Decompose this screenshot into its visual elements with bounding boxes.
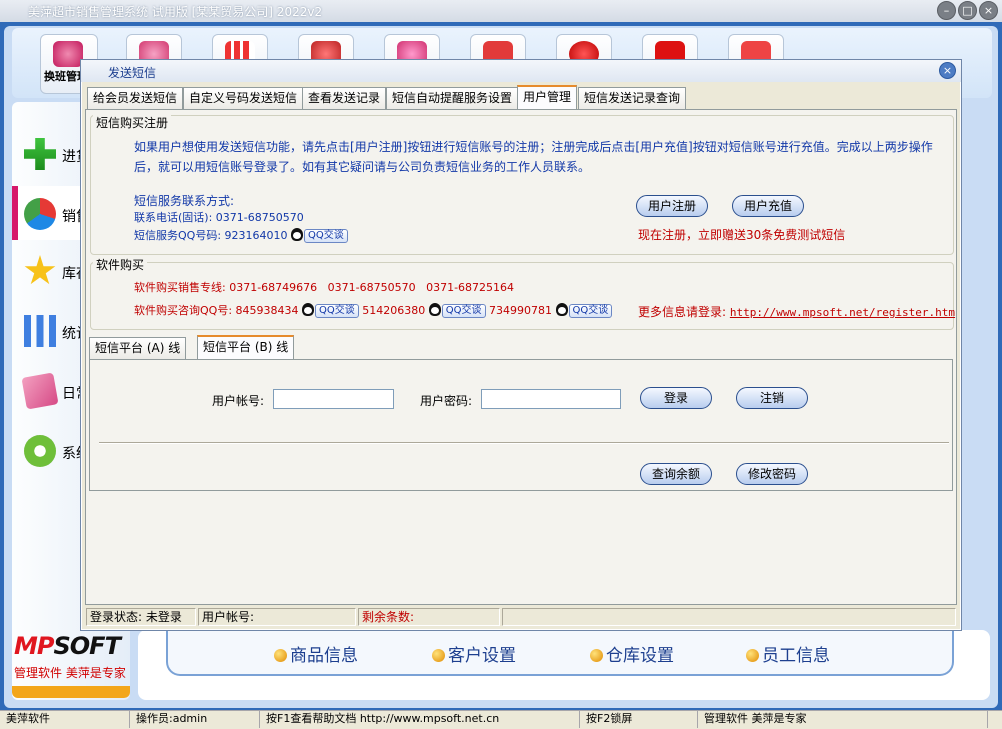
status-help: 按F1查看帮助文档 http://www.mpsoft.net.cn [260, 711, 580, 728]
login-button[interactable]: 登录 [640, 387, 712, 409]
change-password-button[interactable]: 修改密码 [736, 463, 808, 485]
bullet-icon [746, 649, 759, 662]
contact-qq: 短信服务QQ号码: 923164010 QQ交谈 [134, 227, 348, 243]
gear-icon [24, 435, 56, 467]
status-remaining: 剩余条数: [358, 608, 500, 626]
quick-link-warehouse[interactable]: 仓库设置 [590, 641, 674, 666]
quick-link-staff[interactable]: 员工信息 [746, 641, 830, 666]
separator [99, 442, 949, 444]
register-group-title: 短信购买注册 [93, 114, 172, 131]
dialog-titlebar [81, 60, 961, 82]
users-icon [53, 41, 83, 67]
sales-hotline: 软件购买销售专线: 0371-68749676 0371-68750570 03… [134, 281, 515, 294]
sales-qq-list: 软件购买咨询QQ号: 845938434 QQ交谈 514206380 QQ交谈… [134, 302, 613, 318]
mpsoft-logo: MPSOFT [14, 632, 121, 660]
app-title: 美萍超市销售管理系统 试用版 [某某贸易公司] 2022v2 [28, 5, 323, 19]
quick-link-customers[interactable]: 客户设置 [432, 641, 516, 666]
register-url-link[interactable]: http://www.mpsoft.net/register.htm [730, 306, 955, 319]
password-input[interactable] [481, 389, 621, 409]
qq-penguin-icon [428, 303, 441, 316]
dialog-close-icon[interactable]: × [939, 62, 956, 79]
login-status: 登录状态: 未登录 [86, 608, 196, 626]
quick-link-goods[interactable]: 商品信息 [274, 641, 358, 666]
tab-send-records[interactable]: 查看发送记录 [302, 87, 387, 109]
bullet-icon [432, 649, 445, 662]
tab-user-management[interactable]: 用户管理 [517, 85, 578, 110]
pie-chart-icon [24, 198, 56, 230]
sidebar-footer-bar [12, 686, 130, 698]
dialog-title: 发送短信 [108, 66, 157, 80]
star-icon [24, 255, 56, 285]
bullet-icon [590, 649, 603, 662]
minimize-icon[interactable]: – [937, 1, 956, 20]
account-input[interactable] [273, 389, 394, 409]
recharge-button[interactable]: 用户充值 [732, 195, 804, 217]
purchase-group-title: 软件购买 [93, 256, 148, 273]
tab-auto-remind-settings[interactable]: 短信自动提醒服务设置 [386, 87, 519, 109]
tab-custom-number-sms[interactable]: 自定义号码发送短信 [183, 87, 304, 109]
qq-chat-link[interactable]: QQ交谈 [291, 228, 348, 243]
pencil-icon [21, 372, 59, 410]
bar-chart-icon [24, 315, 56, 347]
tab-send-member-sms[interactable]: 给会员发送短信 [87, 87, 184, 109]
plus-icon [24, 138, 56, 170]
qq-penguin-icon [302, 303, 315, 316]
qq-chat-link[interactable]: QQ交谈 [428, 303, 486, 318]
sms-platform-panel [89, 359, 953, 491]
register-intro-line2: 后，就可以用短信账号登录了。如有其它疑问请与公司负责短信业务的工作人员联系。 [134, 160, 591, 174]
tab-sms-platform-b[interactable]: 短信平台 (B) 线 [197, 335, 295, 360]
status-slogan: 管理软件 美萍是专家 [698, 711, 988, 728]
tab-record-query[interactable]: 短信发送记录查询 [578, 87, 687, 109]
status-account: 用户帐号: [198, 608, 356, 626]
register-intro-line1: 如果用户想使用发送短信功能，请先点击[用户注册]按钮进行短信账号的注册；注册完成… [134, 140, 933, 154]
logo-slogan: 管理软件 美萍是专家 [14, 666, 126, 680]
qq-chat-link[interactable]: QQ交谈 [302, 303, 359, 318]
account-label: 用户帐号: [212, 394, 265, 408]
maximize-icon[interactable]: □ [958, 1, 977, 20]
register-button[interactable]: 用户注册 [636, 195, 708, 217]
status-operator: 操作员:admin [130, 711, 260, 728]
logout-button[interactable]: 注销 [736, 387, 808, 409]
status-extra [502, 608, 956, 626]
bullet-icon [274, 649, 287, 662]
password-label: 用户密码: [420, 394, 473, 408]
query-balance-button[interactable]: 查询余额 [640, 463, 712, 485]
qq-penguin-icon [555, 303, 568, 316]
qq-chat-link[interactable]: QQ交谈 [555, 303, 613, 318]
contact-phone: 联系电话(固话): 0371-68750570 [134, 211, 304, 224]
contact-title: 短信服务联系方式: [134, 194, 235, 208]
register-promo: 现在注册，立即赠送30条免费测试短信 [638, 228, 846, 242]
status-app-name: 美萍软件 [0, 711, 130, 728]
tab-sms-platform-a[interactable]: 短信平台 (A) 线 [89, 337, 187, 359]
more-info: 更多信息请登录: http://www.mpsoft.net/register.… [638, 305, 956, 319]
qq-penguin-icon [291, 228, 304, 241]
close-icon[interactable]: × [979, 1, 998, 20]
status-lock: 按F2锁屏 [580, 711, 698, 728]
